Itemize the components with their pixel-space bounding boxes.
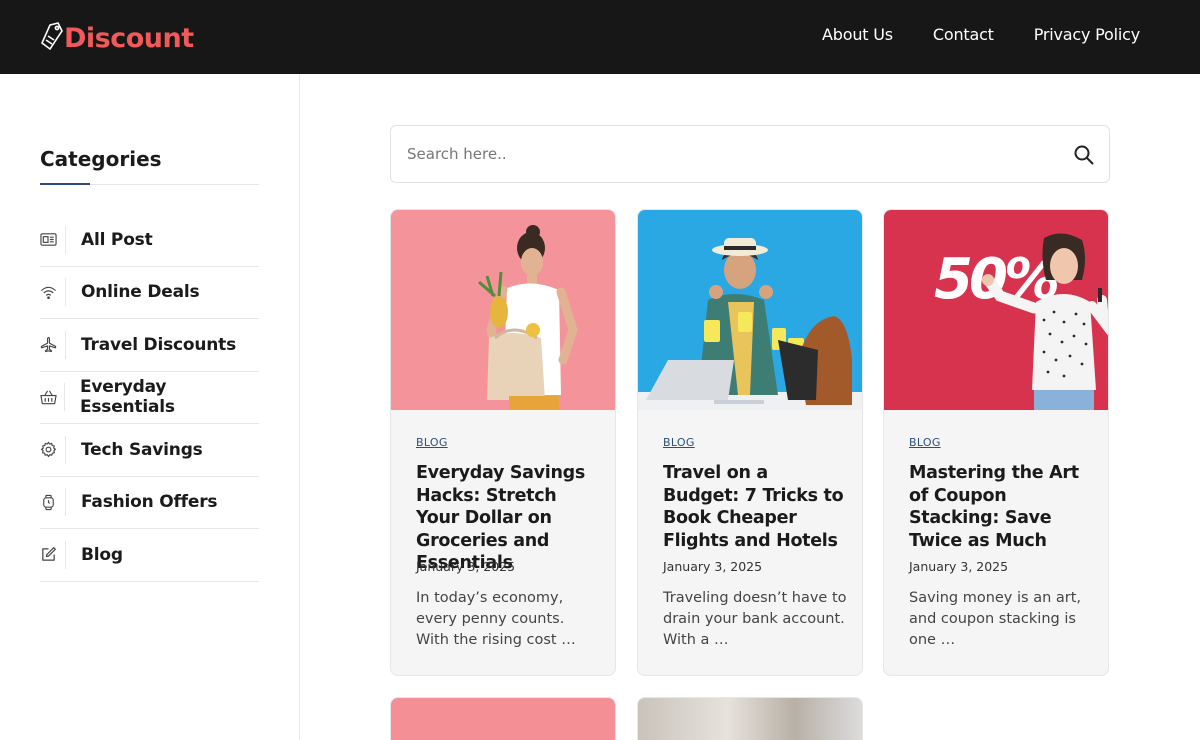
category-item-all-post[interactable]: All Post bbox=[40, 214, 259, 267]
search-icon[interactable] bbox=[1073, 144, 1095, 166]
main-nav: About Us Contact Privacy Policy bbox=[822, 25, 1140, 44]
categories-underline bbox=[40, 183, 90, 185]
logo[interactable]: Discount bbox=[40, 18, 194, 58]
post-date: January 3, 2025 bbox=[663, 559, 763, 574]
category-item-blog[interactable]: Blog bbox=[40, 529, 259, 582]
category-label: Everyday Essentials bbox=[79, 377, 175, 418]
post-card[interactable]: BLOG Everyday Savings Hacks: Stretch You… bbox=[390, 209, 616, 676]
categories-title: Categories bbox=[40, 147, 162, 171]
post-tag[interactable]: BLOG bbox=[416, 436, 448, 449]
basket-icon bbox=[40, 383, 65, 412]
gear-icon bbox=[40, 435, 66, 464]
category-list: All Post Online Deals Travel Discounts E… bbox=[40, 214, 259, 582]
search-input[interactable] bbox=[407, 126, 1047, 182]
wifi-icon bbox=[40, 278, 66, 307]
category-item-online-deals[interactable]: Online Deals bbox=[40, 267, 259, 319]
sidebar: Categories All Post Online Deals Travel … bbox=[0, 74, 300, 740]
airplane-icon bbox=[40, 330, 66, 359]
news-icon bbox=[40, 225, 66, 254]
post-tag[interactable]: BLOG bbox=[909, 436, 941, 449]
post-card-partial[interactable] bbox=[390, 697, 616, 740]
category-label: Online Deals bbox=[81, 282, 200, 303]
logo-text: Discount bbox=[64, 22, 194, 54]
post-title[interactable]: Mastering the Art of Coupon Stacking: Sa… bbox=[909, 462, 1094, 552]
category-label: All Post bbox=[81, 229, 153, 250]
nav-contact[interactable]: Contact bbox=[933, 25, 994, 44]
nav-about-us[interactable]: About Us bbox=[822, 25, 893, 44]
nav-privacy-policy[interactable]: Privacy Policy bbox=[1034, 25, 1140, 44]
post-card[interactable]: 50% BLOG Mastering the Art of Coupon Sta… bbox=[883, 209, 1109, 676]
post-excerpt: Saving money is an art, and coupon stack… bbox=[909, 590, 1082, 648]
post-tag[interactable]: BLOG bbox=[663, 436, 695, 449]
watch-icon bbox=[40, 488, 66, 517]
category-item-travel-discounts[interactable]: Travel Discounts bbox=[40, 319, 259, 372]
category-item-tech-savings[interactable]: Tech Savings bbox=[40, 424, 259, 477]
price-tag-icon bbox=[41, 22, 63, 51]
post-title[interactable]: Everyday Savings Hacks: Stretch Your Dol… bbox=[416, 462, 601, 575]
post-image-groceries[interactable] bbox=[391, 210, 615, 410]
post-title[interactable]: Travel on a Budget: 7 Tricks to Book Che… bbox=[663, 462, 848, 552]
post-date: January 3, 2025 bbox=[909, 559, 1009, 574]
post-card[interactable]: BLOG Travel on a Budget: 7 Tricks to Boo… bbox=[637, 209, 863, 676]
post-date: January 3, 2025 bbox=[416, 559, 516, 574]
category-label: Tech Savings bbox=[81, 439, 203, 460]
post-image-travel[interactable] bbox=[638, 210, 862, 410]
post-image-coupon[interactable]: 50% bbox=[884, 210, 1108, 410]
site-header: Discount About Us Contact Privacy Policy bbox=[0, 0, 1200, 74]
post-excerpt: Traveling doesn’t have to drain your ban… bbox=[663, 590, 847, 648]
post-card-partial[interactable] bbox=[637, 697, 863, 740]
category-label: Travel Discounts bbox=[81, 334, 237, 355]
category-item-fashion-offers[interactable]: Fashion Offers bbox=[40, 477, 259, 529]
category-label: Blog bbox=[81, 544, 123, 565]
category-item-everyday-essentials[interactable]: Everyday Essentials bbox=[40, 372, 259, 424]
post-excerpt: In today’s economy, every penny counts. … bbox=[416, 590, 576, 648]
edit-icon bbox=[40, 540, 66, 569]
search-bar bbox=[390, 125, 1110, 183]
category-label: Fashion Offers bbox=[81, 492, 218, 513]
